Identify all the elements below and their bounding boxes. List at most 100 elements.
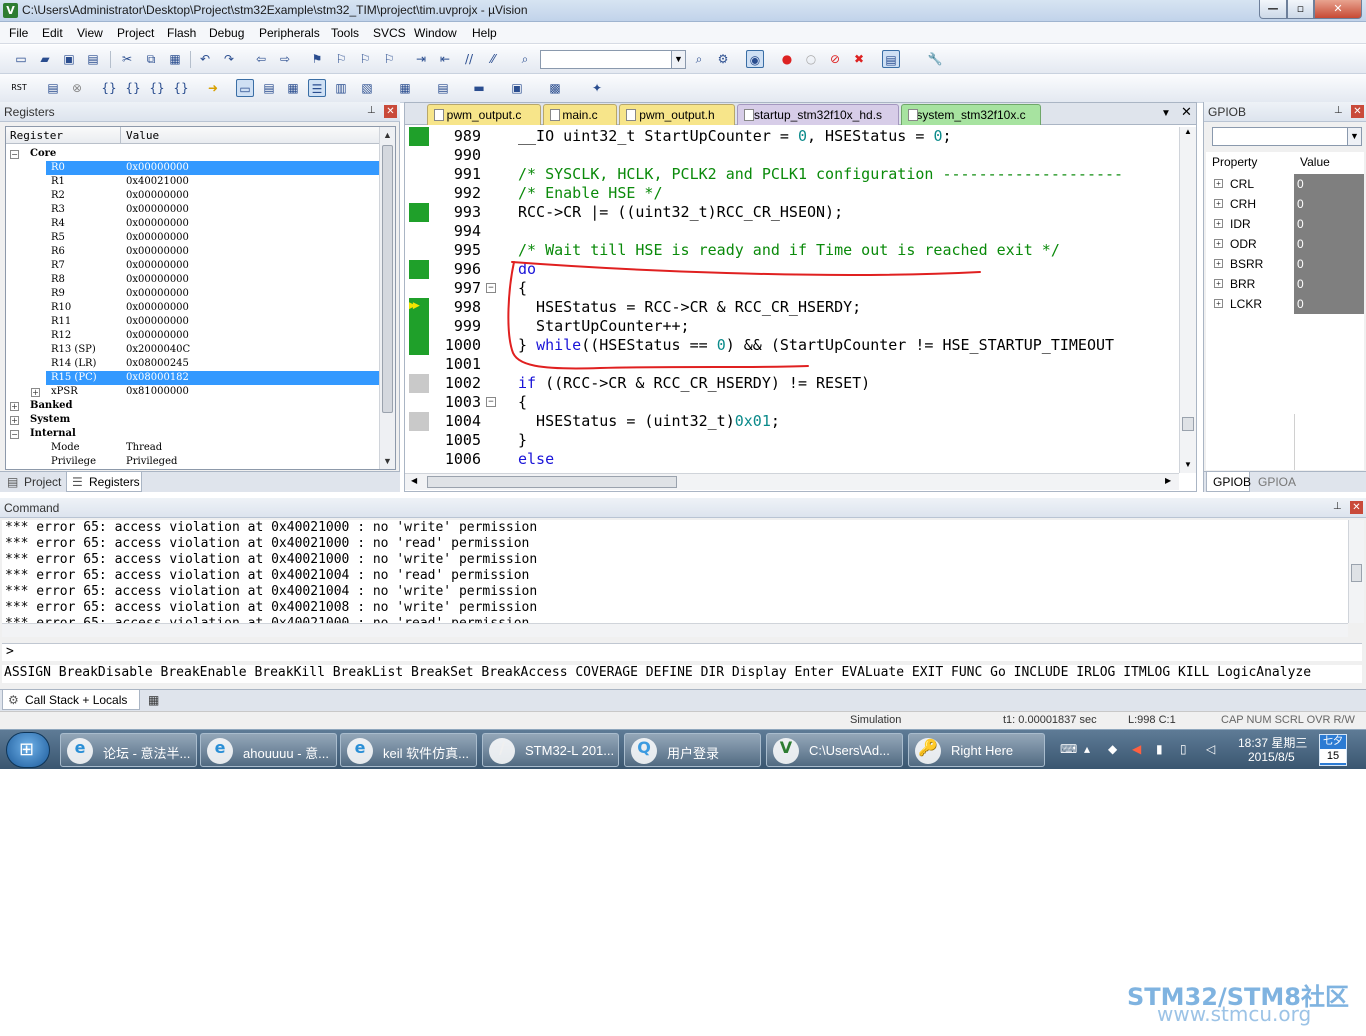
- scroll-down-icon[interactable]: ▼: [1184, 460, 1192, 469]
- register-row[interactable]: + xPSR 0x81000000: [6, 385, 381, 399]
- gpio-register-row[interactable]: + BRR 0: [1206, 274, 1364, 294]
- menu-svcs[interactable]: SVCS: [373, 26, 406, 40]
- breakpoint-kill-all-icon[interactable]: ✖: [850, 50, 868, 68]
- undo-icon[interactable]: ↶: [196, 50, 214, 68]
- menu-help[interactable]: Help: [472, 26, 497, 40]
- code-line[interactable]: 993 RCC->CR |= ((uint32_t)RCC_CR_HSEON);: [429, 203, 1179, 222]
- register-row[interactable]: R10 0x00000000: [6, 301, 381, 315]
- network-icon[interactable]: ▮: [1156, 742, 1163, 756]
- fold-toggle-icon[interactable]: −: [486, 397, 496, 407]
- window-layout-icon[interactable]: ▤: [882, 50, 900, 68]
- minimize-button[interactable]: —: [1259, 0, 1287, 19]
- register-row[interactable]: R8 0x00000000: [6, 273, 381, 287]
- code-line[interactable]: 1005}: [429, 431, 1179, 450]
- find-combo[interactable]: ▼: [540, 50, 686, 69]
- taskbar-item[interactable]: e 论坛 - 意法半...: [60, 733, 197, 767]
- save-icon[interactable]: ▣: [60, 50, 78, 68]
- tab-call-stack[interactable]: ⚙ Call Stack + Locals: [2, 690, 140, 710]
- code-line[interactable]: 1003− {: [429, 393, 1179, 412]
- col-property[interactable]: Property: [1212, 155, 1257, 169]
- code-line[interactable]: 996 do: [429, 260, 1179, 279]
- gpio-register-value[interactable]: 0: [1294, 274, 1364, 294]
- scroll-up-icon[interactable]: ▲: [380, 127, 395, 143]
- register-value[interactable]: 0x00000000: [126, 217, 189, 231]
- register-value[interactable]: 0x2000040C: [126, 343, 190, 357]
- register-value[interactable]: 0x00000000: [126, 245, 189, 259]
- menu-window[interactable]: Window: [414, 26, 457, 40]
- code-line[interactable]: 999 StartUpCounter++;: [429, 317, 1179, 336]
- bookmark-clear-icon[interactable]: ⚐: [380, 50, 398, 68]
- expand-icon[interactable]: +: [1214, 299, 1223, 308]
- close-icon[interactable]: ✕: [384, 105, 397, 118]
- watch-window-icon[interactable]: ▧: [358, 79, 376, 97]
- gpio-register-value[interactable]: 0: [1294, 174, 1364, 194]
- menu-project[interactable]: Project: [117, 26, 154, 40]
- register-row[interactable]: R1 0x40021000: [6, 175, 381, 189]
- register-value[interactable]: 0x00000000: [126, 231, 189, 245]
- keyboard-icon[interactable]: ⌨: [1060, 742, 1077, 756]
- command-horizontal-scrollbar[interactable]: [2, 623, 1348, 637]
- tab-registers[interactable]: ☰ Registers: [66, 472, 142, 492]
- tab-project[interactable]: ▤ Project: [2, 472, 64, 492]
- tab-memory[interactable]: ▦: [144, 690, 168, 710]
- analysis-window-icon[interactable]: ▬: [470, 79, 488, 97]
- taskbar-item[interactable]: e keil 软件仿真...: [340, 733, 477, 767]
- step-into-icon[interactable]: {}: [100, 79, 118, 97]
- run-to-cursor-icon[interactable]: {}: [172, 79, 190, 97]
- register-row[interactable]: Mode Thread: [6, 441, 381, 455]
- app-tray-icon[interactable]: ◆: [1108, 742, 1117, 756]
- gpio-register-row[interactable]: + BSRR 0: [1206, 254, 1364, 274]
- nav-forward-icon[interactable]: ⇨: [276, 50, 294, 68]
- register-value[interactable]: Privileged: [126, 455, 177, 469]
- chevron-down-icon[interactable]: ▼: [1347, 128, 1361, 145]
- expand-icon[interactable]: +: [1214, 279, 1223, 288]
- register-row[interactable]: R3 0x00000000: [6, 203, 381, 217]
- gpio-register-row[interactable]: + LCKR 0: [1206, 294, 1364, 314]
- editor-horizontal-scrollbar[interactable]: ◀ ▶: [405, 473, 1179, 490]
- breakpoint-margin[interactable]: [405, 127, 429, 473]
- scroll-up-icon[interactable]: ▲: [1184, 127, 1192, 136]
- chevron-down-icon[interactable]: ▼: [671, 51, 685, 68]
- nav-back-icon[interactable]: ⇦: [252, 50, 270, 68]
- clock-time[interactable]: 18:37 星期三: [1238, 734, 1307, 751]
- registers-window-icon[interactable]: ☰: [308, 79, 326, 97]
- column-divider[interactable]: [120, 127, 121, 144]
- tab-pwm-output-h[interactable]: pwm_output.h: [619, 104, 735, 125]
- gpio-select[interactable]: ▼: [1212, 127, 1362, 146]
- register-value[interactable]: 0x00000000: [126, 259, 189, 273]
- register-row[interactable]: R2 0x00000000: [6, 189, 381, 203]
- register-row[interactable]: R9 0x00000000: [6, 287, 381, 301]
- show-next-statement-icon[interactable]: ➜: [204, 79, 222, 97]
- tray-arrow-icon[interactable]: ▴: [1084, 742, 1090, 756]
- serial-window-icon[interactable]: ▤: [434, 79, 452, 97]
- menu-edit[interactable]: Edit: [42, 26, 63, 40]
- scroll-left-icon[interactable]: ◀: [411, 476, 417, 485]
- menu-debug[interactable]: Debug: [209, 26, 244, 40]
- code-line[interactable]: 998 HSEStatus = RCC->CR & RCC_CR_HSERDY;: [429, 298, 1179, 317]
- command-scrollbar[interactable]: [1348, 520, 1364, 623]
- gpio-register-value[interactable]: 0: [1294, 254, 1364, 274]
- menu-flash[interactable]: Flash: [167, 26, 196, 40]
- menu-file[interactable]: File: [9, 26, 28, 40]
- close-icon[interactable]: ✕: [1351, 105, 1364, 118]
- scroll-thumb[interactable]: [427, 476, 677, 488]
- executed-code-marker[interactable]: [409, 203, 429, 222]
- code-line[interactable]: 994: [429, 222, 1179, 241]
- copy-icon[interactable]: ⧉: [142, 50, 160, 68]
- code-line[interactable]: 990: [429, 146, 1179, 165]
- pin-icon[interactable]: ⊥: [1333, 501, 1342, 512]
- breakpoint-disable-all-icon[interactable]: ⊘: [826, 50, 844, 68]
- incremental-find-icon[interactable]: ⚙: [714, 50, 732, 68]
- taskbar-item[interactable]: Q 用户登录: [624, 733, 761, 767]
- register-value[interactable]: Thread: [126, 441, 162, 455]
- stop-icon[interactable]: ⊗: [68, 79, 86, 97]
- gpio-register-row[interactable]: + CRH 0: [1206, 194, 1364, 214]
- register-row[interactable]: + Banked: [6, 399, 381, 413]
- collapse-icon[interactable]: −: [10, 430, 19, 439]
- register-row[interactable]: R12 0x00000000: [6, 329, 381, 343]
- register-value[interactable]: 0x81000000: [126, 385, 189, 399]
- expand-icon[interactable]: +: [1214, 239, 1223, 248]
- register-row[interactable]: R4 0x00000000: [6, 217, 381, 231]
- tab-system-stm32f10x-c[interactable]: system_stm32f10x.c: [901, 104, 1041, 125]
- pin-icon[interactable]: ⊥: [1334, 105, 1343, 116]
